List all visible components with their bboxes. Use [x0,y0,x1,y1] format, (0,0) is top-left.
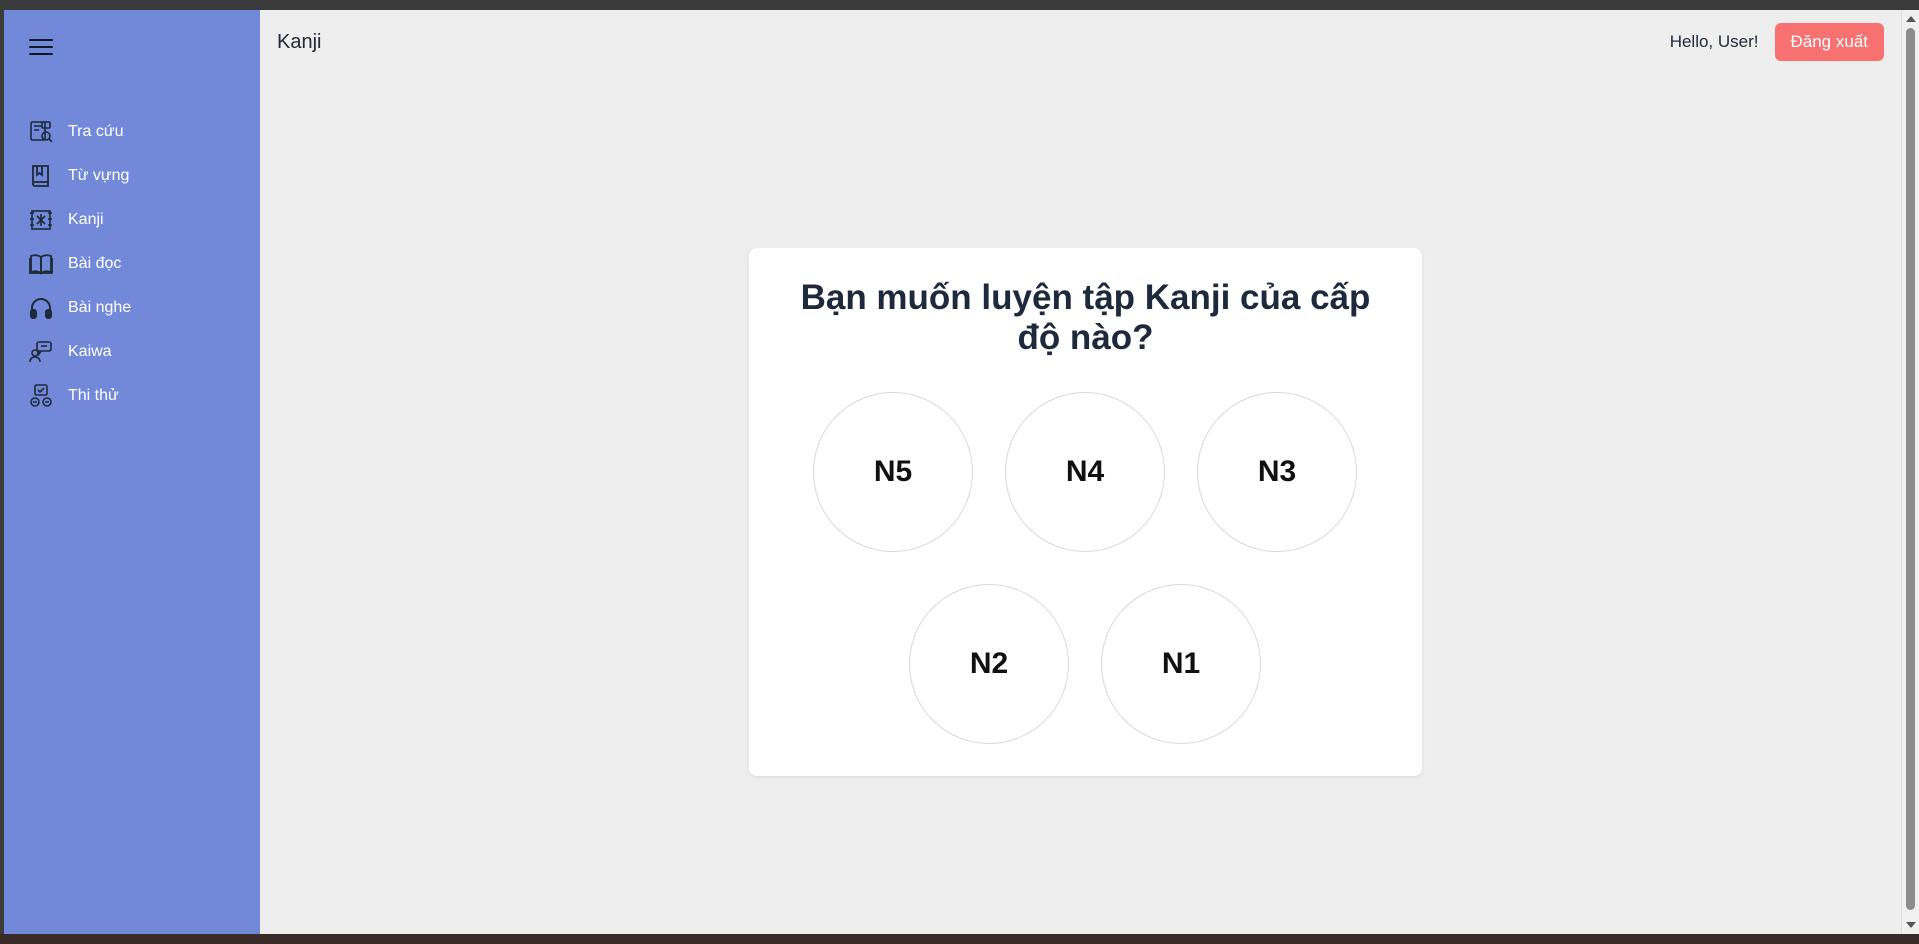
level-select-card: Bạn muốn luyện tập Kanji của cấp độ nào?… [749,248,1422,776]
open-book-icon [28,251,54,277]
headphones-icon [28,295,54,321]
sidebar: Tra cứu Từ vựng Kanji Bài đọc Bài nghe K… [4,10,260,934]
dictionary-search-icon [28,119,54,145]
taskbar-strip [0,934,1919,944]
sidebar-item-label: Bài đọc [68,255,122,272]
sidebar-item-label: Tra cứu [68,123,124,140]
sidebar-item-label: Kanji [68,211,104,228]
sidebar-item-kanji[interactable]: Kanji [4,198,260,242]
scroll-up-arrow-icon[interactable] [1906,16,1916,22]
user-greeting: Hello, User! [1669,32,1759,51]
sidebar-item-tu-vung[interactable]: Từ vựng [4,154,260,198]
browser-tab-strip [0,0,1919,10]
level-button-n4[interactable]: N4 [1005,392,1165,552]
sidebar-item-tra-cuu[interactable]: Tra cứu [4,110,260,154]
level-button-n2[interactable]: N2 [909,584,1069,744]
level-button-n3[interactable]: N3 [1197,392,1357,552]
level-button-n1[interactable]: N1 [1101,584,1261,744]
vertical-scrollbar[interactable] [1901,10,1919,934]
kanji-icon [28,207,54,233]
sidebar-item-bai-doc[interactable]: Bài đọc [4,242,260,286]
sidebar-item-label: Kaiwa [68,343,112,360]
sidebar-item-label: Từ vựng [68,167,130,184]
sidebar-item-thi-thu[interactable]: Thi thử [4,374,260,418]
header-user-area: Hello, User! Đăng xuất [1670,23,1884,61]
sidebar-item-label: Bài nghe [68,299,132,316]
app-window: Tra cứu Từ vựng Kanji Bài đọc Bài nghe K… [4,10,1901,934]
logout-button[interactable]: Đăng xuất [1774,23,1884,61]
sidebar-item-bai-nghe[interactable]: Bài nghe [4,286,260,330]
level-question-title: Bạn muốn luyện tập Kanji của cấp độ nào? [800,278,1371,357]
sidebar-item-kaiwa[interactable]: Kaiwa [4,330,260,374]
conversation-icon [28,339,54,365]
sidebar-item-label: Thi thử [68,387,119,404]
scroll-down-arrow-icon[interactable] [1906,922,1916,928]
hamburger-menu-icon[interactable] [27,34,57,64]
level-button-n5[interactable]: N5 [813,392,973,552]
sidebar-nav: Tra cứu Từ vựng Kanji Bài đọc Bài nghe K… [4,110,260,418]
exam-icon [28,383,54,409]
scrollbar-thumb[interactable] [1906,28,1915,910]
main-content: Kanji Hello, User! Đăng xuất Bạn muốn lu… [260,10,1901,934]
page-title: Kanji [277,30,322,53]
book-icon [28,163,54,189]
top-header: Kanji Hello, User! Đăng xuất [260,10,1901,74]
